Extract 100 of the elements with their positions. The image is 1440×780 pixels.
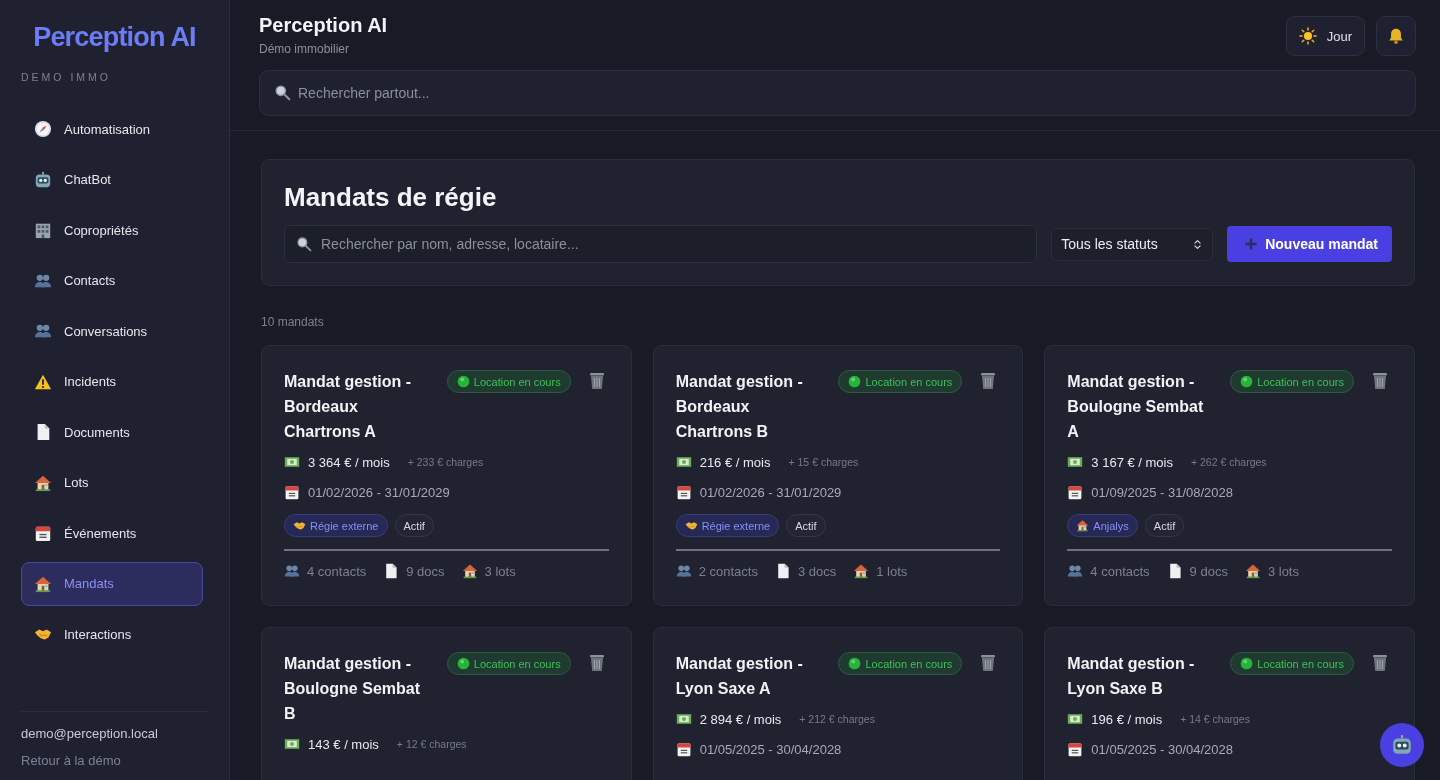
type-tag: Régie externe	[675, 514, 780, 537]
status-dot-icon	[456, 375, 470, 388]
card-title: Mandat gestion - Boulogne Sembat A	[1067, 372, 1205, 442]
page-subtitle: Démo immobilier	[259, 42, 351, 56]
house-icon	[853, 563, 870, 579]
status-tag: Actif	[394, 514, 434, 537]
calendar-icon	[1067, 484, 1084, 500]
stat-label: 2 contacts	[698, 563, 758, 579]
result-count: 10 mandats	[261, 315, 325, 329]
people-icon	[675, 563, 692, 579]
card-title: Mandat gestion - Bordeaux Chartrons B	[675, 372, 804, 442]
stat-label: 9 docs	[1189, 563, 1228, 579]
date-range: 01/05/2025 - 30/04/2028	[699, 741, 842, 757]
house-icon	[1076, 519, 1090, 532]
status-dot-icon	[1240, 375, 1254, 388]
rent-amount: 196 € / mois	[1091, 711, 1163, 727]
stat-label: 3 docs	[797, 563, 837, 579]
building-icon	[34, 221, 52, 240]
cash-icon	[1067, 454, 1084, 470]
date-range: 01/05/2025 - 30/04/2028	[1091, 741, 1233, 757]
new-mandate-button[interactable]: Nouveau mandat	[1227, 226, 1392, 262]
cash-icon	[284, 454, 300, 470]
search-field[interactable]: Rechercher partout...	[259, 70, 1416, 116]
cash-icon	[1067, 711, 1084, 727]
trash-icon	[1370, 652, 1390, 672]
status-badge: Location en cours	[446, 370, 571, 393]
charges-amount: + 233 € charges	[407, 456, 484, 468]
cash-icon	[675, 711, 692, 727]
charges-amount: + 12 € charges	[396, 738, 467, 750]
nav-item[interactable]: Documents	[21, 410, 203, 455]
cash-icon	[675, 454, 692, 470]
notifications-button[interactable]	[1376, 16, 1416, 56]
page-title: Perception AI	[259, 14, 388, 37]
status-dot-icon	[848, 375, 862, 388]
status-select[interactable]: Tous les statuts	[1051, 227, 1214, 261]
logo-subtitle: DEMO IMMO	[21, 71, 111, 83]
date-range: 01/09/2025 - 31/08/2028	[1091, 484, 1233, 500]
house-icon	[34, 574, 52, 593]
back-link[interactable]: Retour à la démo	[21, 753, 121, 768]
nav-item[interactable]: Conversations	[21, 309, 203, 354]
nav-item[interactable]: Lots	[21, 460, 203, 505]
rent-amount: 216 € / mois	[699, 454, 771, 470]
plus-icon	[1243, 236, 1260, 252]
trash-icon	[1370, 370, 1390, 390]
nav-item[interactable]: Incidents	[21, 359, 203, 404]
status-badge: Location en cours	[1230, 652, 1354, 675]
card-title: Mandat gestion - Boulogne Sembat B	[284, 654, 421, 724]
calendar-icon	[34, 524, 52, 543]
type-tag: Anjalys	[1067, 514, 1138, 537]
status-badge: Location en cours	[838, 652, 963, 675]
house-icon	[1244, 563, 1261, 579]
status-tag: Actif	[1144, 514, 1185, 537]
robot-icon	[34, 170, 52, 189]
rent-amount: 3 364 € / mois	[308, 454, 390, 470]
house-icon	[34, 473, 52, 492]
status-badge: Location en cours	[446, 652, 571, 675]
date-range: 01/02/2026 - 31/01/2029	[308, 484, 450, 500]
people-icon	[284, 563, 300, 579]
nav-item[interactable]: Événements	[21, 511, 203, 556]
stat-label: 9 docs	[406, 563, 445, 579]
stat-label: 4 contacts	[1090, 563, 1150, 579]
document-icon	[383, 563, 400, 579]
status-dot-icon	[1240, 657, 1254, 670]
calendar-icon	[1067, 741, 1084, 757]
nav-item[interactable]: ChatBot	[21, 157, 203, 202]
section-title: Mandats de régie	[284, 182, 498, 213]
calendar-icon	[675, 741, 692, 757]
charges-amount: + 15 € charges	[788, 456, 859, 468]
status-dot-icon	[456, 657, 470, 670]
type-tag: Régie externe	[284, 514, 388, 537]
card-title: Mandat gestion - Bordeaux Chartrons A	[284, 372, 413, 442]
stat-label: 1 lots	[876, 563, 908, 579]
calendar-icon	[675, 484, 692, 500]
nav-item[interactable]: Automatisation	[21, 107, 203, 152]
status-tag: Actif	[786, 514, 826, 537]
logo: Perception AI	[33, 22, 196, 53]
bell-icon	[1387, 27, 1405, 45]
compass-icon	[34, 120, 52, 139]
search-field[interactable]: Rechercher par nom, adresse, locataire...	[284, 225, 1038, 263]
user-email: demo@perception.local	[21, 726, 158, 741]
status-badge: Location en cours	[838, 370, 963, 393]
stat-label: 3 lots	[1267, 563, 1299, 579]
robot-icon	[1391, 734, 1413, 756]
house-icon	[461, 563, 478, 579]
status-badge: Location en cours	[1230, 370, 1354, 393]
theme-button[interactable]: Jour	[1285, 16, 1365, 56]
sun-icon	[1298, 27, 1317, 45]
rent-amount: 143 € / mois	[308, 736, 379, 752]
cash-icon	[284, 736, 300, 752]
card-title: Mandat gestion - Lyon Saxe B	[1067, 654, 1196, 699]
rent-amount: 3 167 € / mois	[1091, 454, 1173, 470]
nav-item[interactable]: Mandats	[21, 561, 203, 606]
rent-amount: 2 894 € / mois	[699, 711, 782, 727]
people-icon	[1067, 563, 1084, 579]
charges-amount: + 212 € charges	[799, 713, 875, 725]
nav-item[interactable]: Interactions	[21, 612, 203, 657]
calendar-icon	[284, 484, 300, 500]
date-range: 01/02/2026 - 31/01/2029	[699, 484, 842, 500]
nav-item[interactable]: Contacts	[21, 258, 203, 303]
nav-item[interactable]: Copropriétés	[21, 208, 203, 253]
